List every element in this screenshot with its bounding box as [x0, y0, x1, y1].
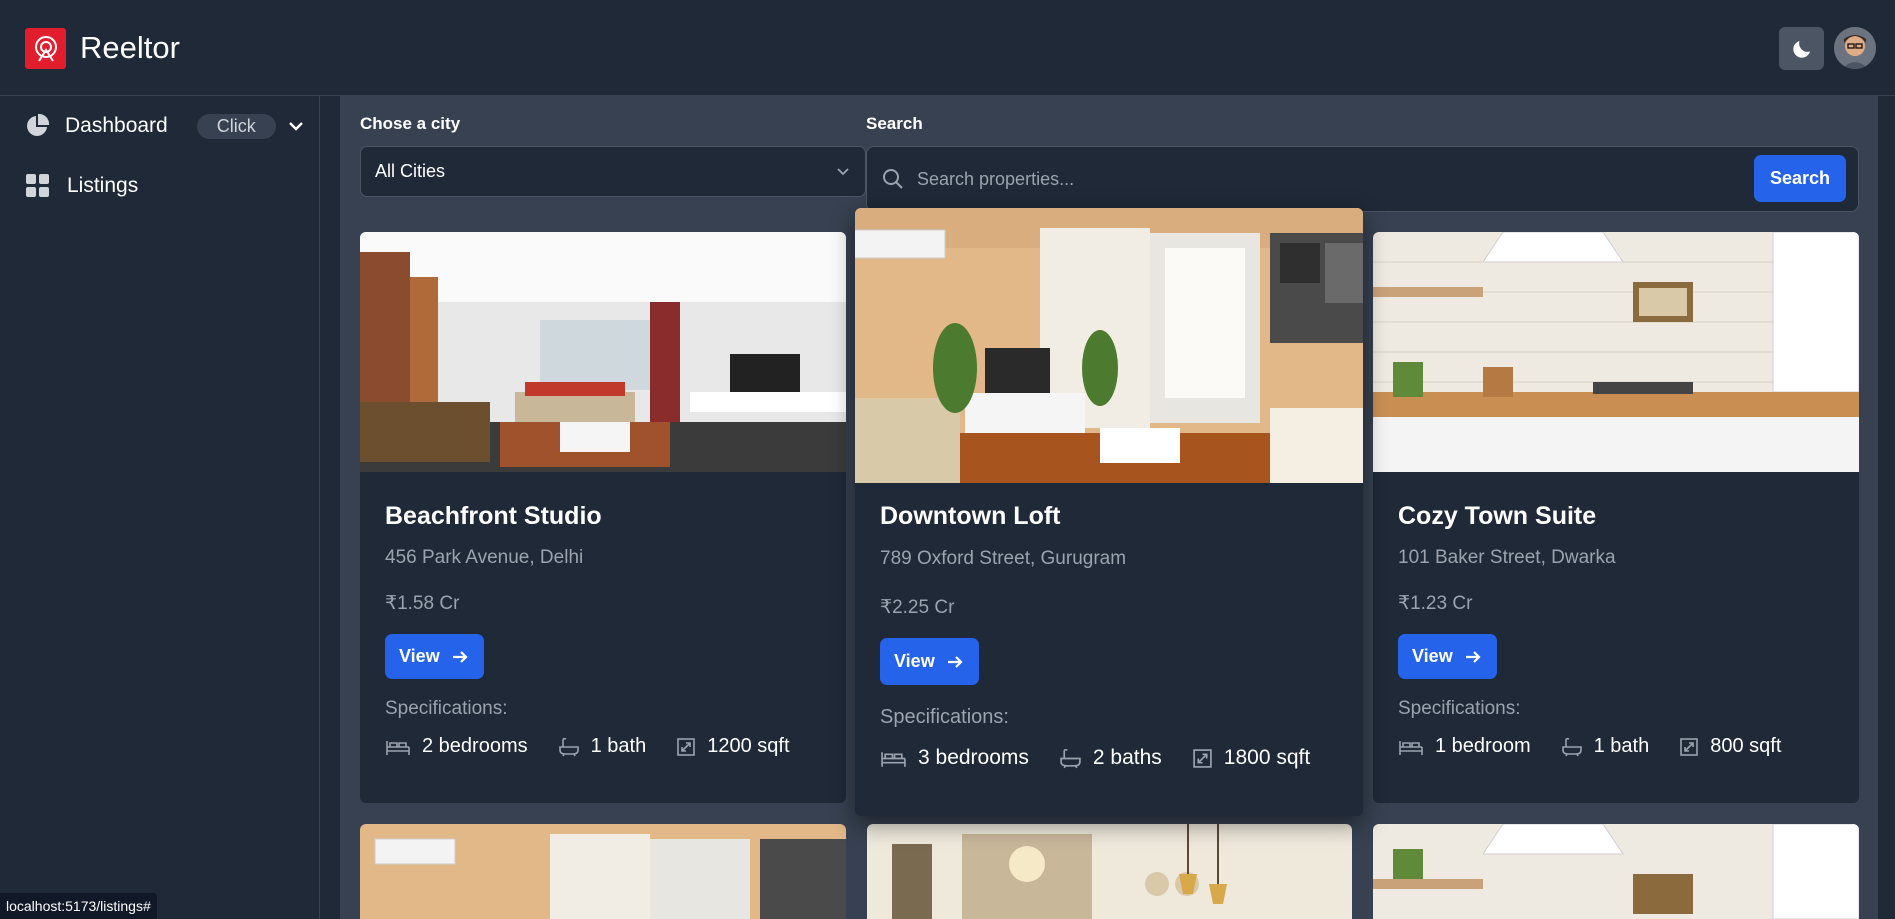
click-badge: Click: [196, 113, 276, 139]
listing-image[interactable]: [855, 208, 1363, 483]
spec-area-text: 800 sqft: [1710, 735, 1782, 757]
chevron-down-icon[interactable]: [286, 116, 306, 136]
listing-card[interactable]: Beachfront Studio 456 Park Avenue, Delhi…: [360, 232, 846, 803]
spec-area-text: 1800 sqft: [1223, 746, 1311, 769]
listing-address: 456 Park Avenue, Delhi: [385, 547, 584, 568]
bath-icon: [558, 737, 579, 756]
listing-title: Beachfront Studio: [385, 502, 602, 530]
listing-title: Downtown Loft: [880, 502, 1061, 530]
spec-baths-text: 1 bath: [590, 735, 647, 757]
view-button[interactable]: View: [1398, 634, 1497, 679]
sidebar: Dashboard Click Listings: [0, 96, 320, 919]
area-icon: [1680, 737, 1699, 756]
listing-price: ₹1.23 Cr: [1398, 593, 1473, 614]
listing-image[interactable]: [360, 824, 846, 919]
listing-card[interactable]: Cozy Town Suite 101 Baker Street, Dwarka…: [1373, 232, 1859, 803]
search-box: Search: [866, 146, 1859, 212]
spec-bedrooms: 3 bedrooms: [880, 746, 1029, 770]
spec-area: 1800 sqft: [1192, 746, 1310, 770]
listing-image[interactable]: [1373, 824, 1859, 919]
bath-icon: [1060, 748, 1081, 768]
pie-chart-icon: [27, 114, 49, 136]
listing-image[interactable]: [360, 232, 846, 472]
spec-label: Specifications:: [1398, 698, 1521, 719]
grid-icon: [26, 174, 49, 197]
view-button-label: View: [1412, 646, 1453, 666]
area-icon: [677, 737, 696, 756]
listing-card[interactable]: [360, 824, 846, 919]
view-button[interactable]: View: [880, 638, 979, 685]
spec-baths: 2 baths: [1059, 746, 1162, 770]
arrow-right-icon: [947, 655, 963, 668]
listing-image[interactable]: [1373, 232, 1859, 472]
listing-price: ₹2.25 Cr: [880, 597, 955, 618]
sidebar-item-listings[interactable]: Listings: [25, 171, 138, 201]
spec-baths: 1 bath: [1561, 735, 1650, 758]
spec-area: 1200 sqft: [676, 735, 790, 758]
sidebar-item-dashboard[interactable]: Dashboard Click: [25, 111, 306, 141]
bed-icon: [386, 740, 410, 755]
chevron-down-icon: [837, 168, 849, 176]
city-select-value: All Cities: [375, 161, 446, 181]
spec-baths-text: 1 bath: [1593, 735, 1650, 757]
search-label: Search: [866, 114, 923, 133]
avatar[interactable]: [1834, 27, 1876, 69]
listing-address: 101 Baker Street, Dwarka: [1398, 547, 1616, 568]
listing-title: Cozy Town Suite: [1398, 502, 1597, 530]
city-label: Chose a city: [360, 114, 461, 133]
listing-card[interactable]: [867, 824, 1352, 919]
spec-label: Specifications:: [880, 706, 1009, 728]
view-button-label: View: [399, 646, 440, 666]
spec-label: Specifications:: [385, 698, 508, 719]
view-button[interactable]: View: [385, 634, 484, 679]
sidebar-item-label: Dashboard: [65, 114, 168, 137]
search-input[interactable]: [917, 159, 1717, 199]
city-select[interactable]: All Cities: [360, 146, 866, 197]
spec-bedrooms: 2 bedrooms: [385, 735, 528, 758]
top-header: Reeltor: [0, 0, 1895, 96]
spec-baths: 1 bath: [558, 735, 647, 758]
area-icon: [1193, 748, 1212, 768]
bed-icon: [881, 751, 906, 767]
listing-address: 789 Oxford Street, Gurugram: [880, 548, 1127, 569]
sidebar-item-label: Listings: [67, 174, 139, 197]
listing-card-hovered[interactable]: Downtown Loft 789 Oxford Street, Gurugra…: [855, 208, 1363, 816]
spec-bedrooms-text: 1 bedroom: [1435, 735, 1531, 757]
app-title[interactable]: Reeltor: [80, 30, 180, 66]
spec-area-text: 1200 sqft: [707, 735, 790, 757]
spec-list: 1 bedroom 1 bath 800 sqft: [1398, 735, 1781, 758]
listing-image[interactable]: [867, 824, 1352, 919]
spec-bedrooms-text: 3 bedrooms: [918, 746, 1029, 769]
bed-icon: [1399, 740, 1423, 755]
theme-toggle-button[interactable]: [1779, 27, 1824, 70]
listing-price: ₹1.58 Cr: [385, 593, 460, 614]
search-button[interactable]: Search: [1754, 155, 1846, 202]
spec-area: 800 sqft: [1679, 735, 1781, 758]
search-icon: [883, 169, 903, 189]
arrow-right-icon: [1465, 650, 1481, 663]
spec-list: 3 bedrooms 2 baths 1800 sqft: [880, 746, 1310, 770]
logo-icon[interactable]: [25, 28, 66, 69]
moon-icon: [1792, 40, 1810, 58]
bath-icon: [1561, 737, 1582, 756]
spec-baths-text: 2 baths: [1092, 746, 1162, 769]
arrow-right-icon: [452, 650, 468, 663]
spec-bedrooms-text: 2 bedrooms: [422, 735, 528, 757]
listing-card[interactable]: [1373, 824, 1859, 919]
status-bar-url: localhost:5173/listings#: [0, 893, 157, 919]
view-button-label: View: [894, 651, 935, 671]
spec-list: 2 bedrooms 1 bath 1200 sqft: [385, 735, 790, 758]
spec-bedrooms: 1 bedroom: [1398, 735, 1531, 758]
